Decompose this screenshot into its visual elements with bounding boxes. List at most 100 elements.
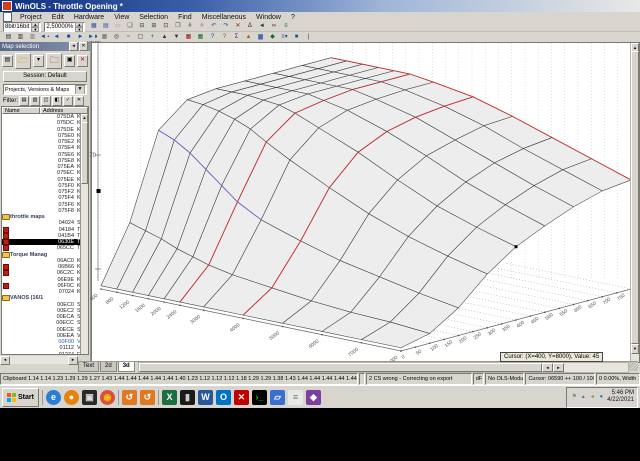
map-row[interactable]: 00F00 V	[2, 339, 88, 345]
menu-item-miscellaneous[interactable]: Miscellaneous	[197, 14, 251, 21]
winols-session2-icon[interactable]: ↺	[139, 389, 155, 405]
menu-item-[interactable]: ?	[286, 14, 300, 21]
map-row[interactable]: 075E2 K	[2, 139, 88, 145]
tab-text[interactable]: Text	[78, 362, 100, 372]
session-button[interactable]: Session: Default	[3, 71, 87, 82]
menu-item-edit[interactable]: Edit	[47, 14, 69, 21]
map-row[interactable]: 075E4 K	[2, 145, 88, 151]
word-icon[interactable]: W	[197, 389, 213, 405]
play-back-icon[interactable]: ◄	[256, 21, 267, 32]
size-grip[interactable]	[629, 362, 638, 371]
menu-item-find[interactable]: Find	[173, 14, 197, 21]
filter-marked-icon[interactable]: ✓	[63, 95, 73, 106]
tree-mode-select[interactable]: Projects, Versions & Maps ▼	[3, 84, 87, 95]
nav-first-icon[interactable]: ◄◄	[39, 32, 50, 43]
map-row[interactable]: 00ECA S	[2, 314, 88, 320]
tray-network-icon[interactable]: ▴	[579, 393, 587, 401]
link-icon[interactable]: ∞	[268, 21, 279, 32]
hex-view-icon[interactable]: ▦	[88, 21, 99, 32]
filter-versions-icon[interactable]: ▥	[30, 95, 40, 106]
map-row[interactable]: 00ECE S	[2, 327, 88, 333]
map-row[interactable]: 075DE K	[2, 127, 88, 133]
excel-icon[interactable]: X	[161, 389, 177, 405]
tray-flag-icon[interactable]: ⚑	[570, 393, 578, 401]
map-view-horizontal-scrollbar[interactable]: ◄ ►	[137, 362, 629, 373]
menu-item-view[interactable]: View	[109, 14, 134, 21]
map-3d-view[interactable]: ▲ ▼	[81, 41, 640, 363]
map-row[interactable]: 07024 K	[2, 289, 88, 295]
map-row[interactable]: 075E6 K	[2, 152, 88, 158]
panel-pin-icon[interactable]: ◂	[69, 42, 78, 51]
difference-icon[interactable]: Δ	[244, 21, 255, 32]
winols-session-icon[interactable]: ↺	[121, 389, 137, 405]
map-list-horizontal-scrollbar[interactable]: ◄ ►	[0, 356, 78, 365]
filter-maps-icon[interactable]: ◧	[52, 95, 62, 106]
throttle-map-surface-chart[interactable]	[81, 41, 633, 362]
text-view-icon[interactable]: ▤	[100, 21, 111, 32]
2d-view-icon[interactable]: ▭	[112, 21, 123, 32]
scrollbar-thumb[interactable]	[138, 363, 542, 372]
export-button[interactable]: ▣	[64, 54, 76, 67]
outlook-icon[interactable]: O	[215, 389, 231, 405]
scroll-down-icon[interactable]: ▼	[631, 344, 639, 354]
map-row[interactable]: 04024 S	[2, 220, 88, 226]
window-cascade-icon[interactable]: ❏	[124, 21, 135, 32]
open-project-button[interactable]: 🗁	[14, 52, 32, 69]
map-folder-row[interactable]: Torque Manag	[2, 251, 88, 258]
value-format-spinner[interactable]: ▲ ▼	[31, 21, 40, 32]
scroll-right-icon[interactable]: ►	[68, 356, 78, 365]
map-row[interactable]: 00EEA V	[2, 333, 88, 339]
map-row[interactable]: 00EC2 S	[2, 308, 88, 314]
map-row[interactable]: 06B66 K	[2, 264, 88, 271]
console-icon[interactable]: ›_	[251, 389, 267, 405]
map-row[interactable]: 06AC0 K	[2, 258, 88, 264]
map-row[interactable]: 065CC T	[2, 245, 88, 252]
column-header-name[interactable]: Name	[2, 107, 40, 114]
paste-map-icon[interactable]: ▥	[27, 32, 38, 43]
map-folder-row[interactable]: VANOS (16/1	[2, 295, 88, 302]
media-center-icon[interactable]: ◆	[305, 389, 321, 405]
internet-explorer-icon[interactable]: e	[45, 389, 61, 405]
notepad-icon[interactable]: ≡	[287, 389, 303, 405]
taskbar-clock[interactable]: 5:46 PM 4/22/2021	[607, 390, 634, 404]
map-row[interactable]: 075EA K	[2, 164, 88, 170]
map-row[interactable]: 041B4 T	[2, 232, 88, 239]
value-format-combo[interactable]: 8bit/16bit ▲ ▼	[3, 21, 42, 32]
photo-viewer-icon[interactable]: ▣	[81, 389, 97, 405]
list-colored-icon[interactable]: ≡	[280, 21, 291, 32]
filter-projects-icon[interactable]: ▤	[19, 95, 29, 106]
map-row[interactable]: 075F0 K	[2, 183, 88, 189]
map-row[interactable]: 0630E T	[2, 239, 88, 246]
map-row[interactable]: 00ECC S	[2, 320, 88, 326]
tray-volume-icon[interactable]: ◂	[588, 393, 596, 401]
map-row[interactable]: 01112 V	[2, 345, 88, 351]
grid-small-icon[interactable]: #	[184, 21, 195, 32]
map-row[interactable]: 075EE K	[2, 177, 88, 183]
filter-folders-icon[interactable]: ◫	[41, 95, 51, 106]
map-row[interactable]: 075E8 K	[2, 158, 88, 164]
new-project-button[interactable]: ▤	[2, 54, 13, 67]
folder-app-icon[interactable]: ▱	[269, 389, 285, 405]
chrome-icon[interactable]: ◉	[99, 389, 115, 405]
map-row[interactable]: 06C2C K	[2, 270, 88, 277]
tab-3d[interactable]: 3d	[117, 362, 135, 372]
grid-large-icon[interactable]: #	[196, 21, 207, 32]
redo-icon[interactable]: ↷	[220, 21, 231, 32]
nav-stop-icon[interactable]: ■	[63, 32, 74, 43]
menu-item-hardware[interactable]: Hardware	[69, 14, 109, 21]
import-file-button[interactable]: 🗀	[46, 52, 63, 69]
map-row[interactable]: 075F2 K	[2, 189, 88, 195]
map-row[interactable]: 075EC K	[2, 170, 88, 176]
map-folder-row[interactable]: throttle maps	[2, 214, 88, 221]
scroll-right-icon[interactable]: ►	[552, 363, 564, 372]
menu-item-selection[interactable]: Selection	[134, 14, 173, 21]
map-row[interactable]: 075F8 K	[2, 208, 88, 214]
zoom-factor-combo[interactable]: 2,50000% ▲ ▼	[44, 21, 86, 32]
red-x-app-icon[interactable]: ✕	[233, 389, 249, 405]
map-row[interactable]: 075E0 K	[2, 133, 88, 139]
media-player-icon[interactable]: ●	[63, 389, 79, 405]
zoom-factor-spinner[interactable]: ▲ ▼	[75, 21, 84, 32]
scroll-left-icon[interactable]: ◄	[541, 363, 553, 372]
map-row[interactable]: 075F6 K	[2, 202, 88, 208]
start-button[interactable]: Start	[2, 387, 39, 407]
